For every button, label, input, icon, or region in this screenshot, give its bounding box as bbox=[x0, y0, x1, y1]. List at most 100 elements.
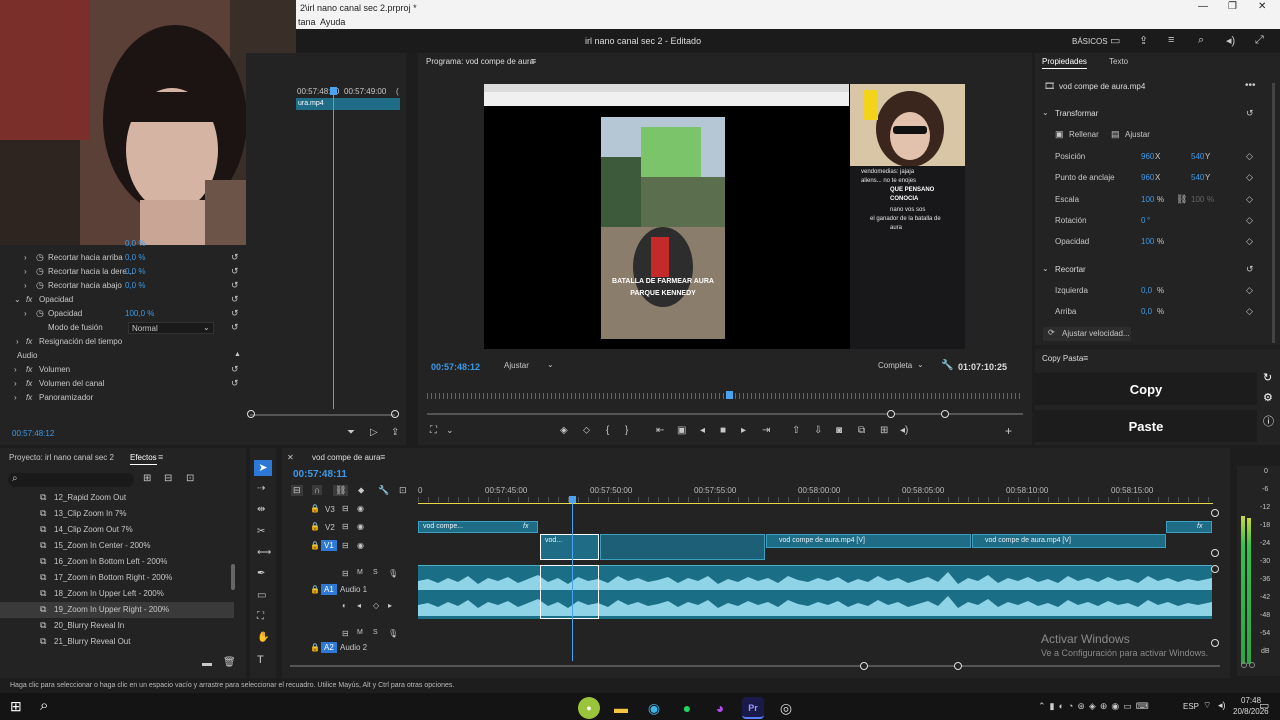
effect-value[interactable]: 0,0 % bbox=[125, 281, 145, 290]
stopwatch-icon[interactable]: ◷ bbox=[36, 266, 44, 277]
expand-icon[interactable]: › bbox=[14, 365, 17, 374]
sync-icon[interactable]: ⊟ bbox=[342, 541, 349, 550]
blend-mode-select[interactable]: Normal ⌄ bbox=[128, 322, 214, 334]
scroll-handle-right[interactable] bbox=[391, 410, 399, 418]
source-clip[interactable]: ura.mp4 bbox=[296, 98, 400, 110]
nest-icon[interactable]: ⊟ bbox=[291, 485, 303, 496]
lock-icon[interactable]: 🔒 bbox=[310, 643, 320, 652]
linked-icon[interactable]: ⛓ bbox=[333, 485, 349, 496]
folder-icon[interactable]: ▬ bbox=[610, 697, 632, 719]
list-item-selected[interactable]: ⧉ 19_Zoom In Upper Right - 200% bbox=[0, 602, 234, 618]
track-scroll-handle-3[interactable] bbox=[1211, 639, 1219, 647]
sync-icon[interactable]: ⊟ bbox=[342, 504, 349, 513]
prop-x[interactable]: 960 bbox=[1141, 152, 1154, 161]
channel-volume-row[interactable]: › fx Volumen del canal ↺ bbox=[0, 378, 246, 392]
effects-search-input[interactable]: ⌕ bbox=[8, 473, 134, 487]
premiere-icon[interactable]: Pr bbox=[742, 697, 764, 719]
list-item[interactable]: ⧉ 20_Blurry Reveal In bbox=[0, 618, 234, 634]
prop-x[interactable]: 100 bbox=[1141, 195, 1154, 204]
scroll-handle-left[interactable] bbox=[247, 410, 255, 418]
reset-icon[interactable]: ↺ bbox=[231, 280, 239, 291]
marquee-icon[interactable]: ⛶ bbox=[257, 611, 264, 622]
search-icon[interactable]: ⌕ bbox=[40, 697, 48, 714]
compare-icon[interactable]: ⧉ bbox=[858, 425, 865, 436]
mute-button[interactable]: M bbox=[357, 629, 363, 636]
yuv-icon[interactable]: ⊡ bbox=[186, 473, 194, 484]
clip-v2-1[interactable]: vod compe... fx bbox=[418, 521, 538, 533]
expand-icon[interactable]: › bbox=[14, 393, 17, 402]
lift-icon[interactable]: ⇧ bbox=[792, 425, 800, 436]
play-only-icon[interactable]: ▷ bbox=[370, 427, 378, 438]
add-button-icon[interactable]: + bbox=[1005, 424, 1012, 438]
speed-button[interactable]: ⟳ Ajustar velocidad... bbox=[1043, 327, 1131, 341]
list-item[interactable]: ⧉ 17_Zoom in Bottom Right - 200% bbox=[0, 570, 234, 586]
source-playhead-marker[interactable] bbox=[330, 87, 337, 95]
sync-icon[interactable]: ⊟ bbox=[342, 569, 349, 578]
reset-icon[interactable]: ↺ bbox=[1246, 108, 1254, 119]
windows-start-icon[interactable]: ⊞ bbox=[10, 698, 22, 715]
wifi-icon[interactable]: ⌔ bbox=[1203, 700, 1211, 711]
list-item[interactable]: ⧉ 14_Clip Zoom Out 7% bbox=[0, 522, 234, 538]
step-forward-icon[interactable]: ▸ bbox=[741, 425, 746, 436]
timeline-timecode[interactable]: 00:57:48:11 bbox=[293, 469, 347, 480]
menu-icon[interactable]: ≡ bbox=[531, 56, 536, 66]
close-icon[interactable]: ✕ bbox=[287, 453, 294, 462]
type-icon[interactable]: T bbox=[257, 654, 264, 666]
reset-icon[interactable]: ↺ bbox=[231, 252, 239, 263]
track-name[interactable]: A1 bbox=[321, 584, 337, 595]
video-frame[interactable]: BATALLA DE FARMEAR AURA PARQUE KENNEDY v… bbox=[484, 84, 965, 349]
link-icon[interactable]: ⛓ bbox=[1176, 194, 1187, 205]
mark-in-icon[interactable]: { bbox=[606, 425, 609, 436]
microphone-icon[interactable]: 🎙 bbox=[388, 629, 398, 638]
keyframe-icon[interactable]: ◇ bbox=[1246, 236, 1253, 247]
lock-icon[interactable]: 🔒 bbox=[310, 504, 320, 513]
effects-scrollbar[interactable] bbox=[231, 564, 235, 590]
search-icon[interactable]: ⌕ bbox=[1198, 34, 1204, 47]
volume-knob-icon[interactable]: ◐ bbox=[342, 601, 347, 610]
stop-icon[interactable]: ■ bbox=[720, 425, 726, 436]
effect-scrollbar[interactable] bbox=[250, 414, 395, 416]
crop-value[interactable]: 0,0 bbox=[1141, 307, 1152, 316]
chevron-down-icon[interactable]: ⌄ bbox=[446, 425, 454, 436]
tray-icons[interactable]: ⌃▮◐◔⊛◈⊕◉▭⌨ bbox=[1038, 701, 1153, 712]
timeline-scrollbar[interactable] bbox=[290, 665, 1220, 667]
collapse-icon[interactable]: ⌄ bbox=[1042, 108, 1049, 117]
track-scroll-handle-2[interactable] bbox=[1211, 565, 1219, 573]
work-area-bar[interactable] bbox=[418, 503, 1213, 504]
sync-icon[interactable]: ⊟ bbox=[342, 629, 349, 638]
fx-icon[interactable]: fx bbox=[26, 295, 32, 304]
menu-item-window[interactable]: tana bbox=[298, 17, 316, 27]
prop-x[interactable]: 960 bbox=[1141, 173, 1154, 182]
microphone-icon[interactable]: 🎙 bbox=[388, 569, 398, 578]
expand-icon[interactable]: › bbox=[24, 281, 27, 290]
lock-icon[interactable]: 🔒 bbox=[310, 585, 320, 594]
effect-value[interactable]: 0,0 % bbox=[125, 253, 145, 262]
proxy-icon[interactable]: ⊞ bbox=[880, 425, 888, 436]
quality-select[interactable]: Completa ⌄ bbox=[872, 359, 930, 373]
keyframe-icon[interactable]: ◇ bbox=[1246, 194, 1253, 205]
source-playhead[interactable] bbox=[333, 87, 334, 409]
tab-text[interactable]: Texto bbox=[1109, 57, 1128, 66]
keyframe-icon[interactable]: ◇ bbox=[1246, 285, 1253, 296]
maximize-icon[interactable]: ❐ bbox=[1228, 1, 1237, 12]
captions-icon[interactable]: ⊡ bbox=[399, 485, 407, 496]
audio-icon[interactable]: ◂) bbox=[900, 425, 908, 436]
timeline-playhead[interactable] bbox=[572, 496, 573, 661]
keyframe-icon[interactable]: ◇ bbox=[373, 601, 379, 610]
reset-icon[interactable]: ↺ bbox=[231, 308, 239, 319]
solo-button[interactable]: S bbox=[373, 569, 378, 576]
prop-y[interactable]: 540 bbox=[1191, 152, 1204, 161]
keyframe-icon[interactable]: ◇ bbox=[1246, 172, 1253, 183]
prop-y[interactable]: 540 bbox=[1191, 173, 1204, 182]
reset-icon[interactable]: ↺ bbox=[231, 364, 239, 375]
list-item[interactable]: ⧉ 12_Rapid Zoom Out bbox=[0, 490, 234, 506]
step-back-icon[interactable]: ◂ bbox=[700, 425, 705, 436]
prop-y[interactable]: 100 bbox=[1191, 195, 1204, 204]
gear-icon[interactable]: ⚙ bbox=[1263, 391, 1273, 404]
list-item[interactable]: ⧉ 18_Zoom In Upper Left - 200% bbox=[0, 586, 234, 602]
add-marker-icon[interactable]: ⬥ bbox=[358, 485, 364, 496]
mute-button[interactable]: M bbox=[357, 569, 363, 576]
workspace-label[interactable]: BÁSICOS bbox=[1072, 37, 1108, 46]
list-item[interactable]: ⧉ 16_Zoom In Bottom Left - 200% bbox=[0, 554, 234, 570]
tab-effects[interactable]: Efectos bbox=[130, 453, 157, 465]
